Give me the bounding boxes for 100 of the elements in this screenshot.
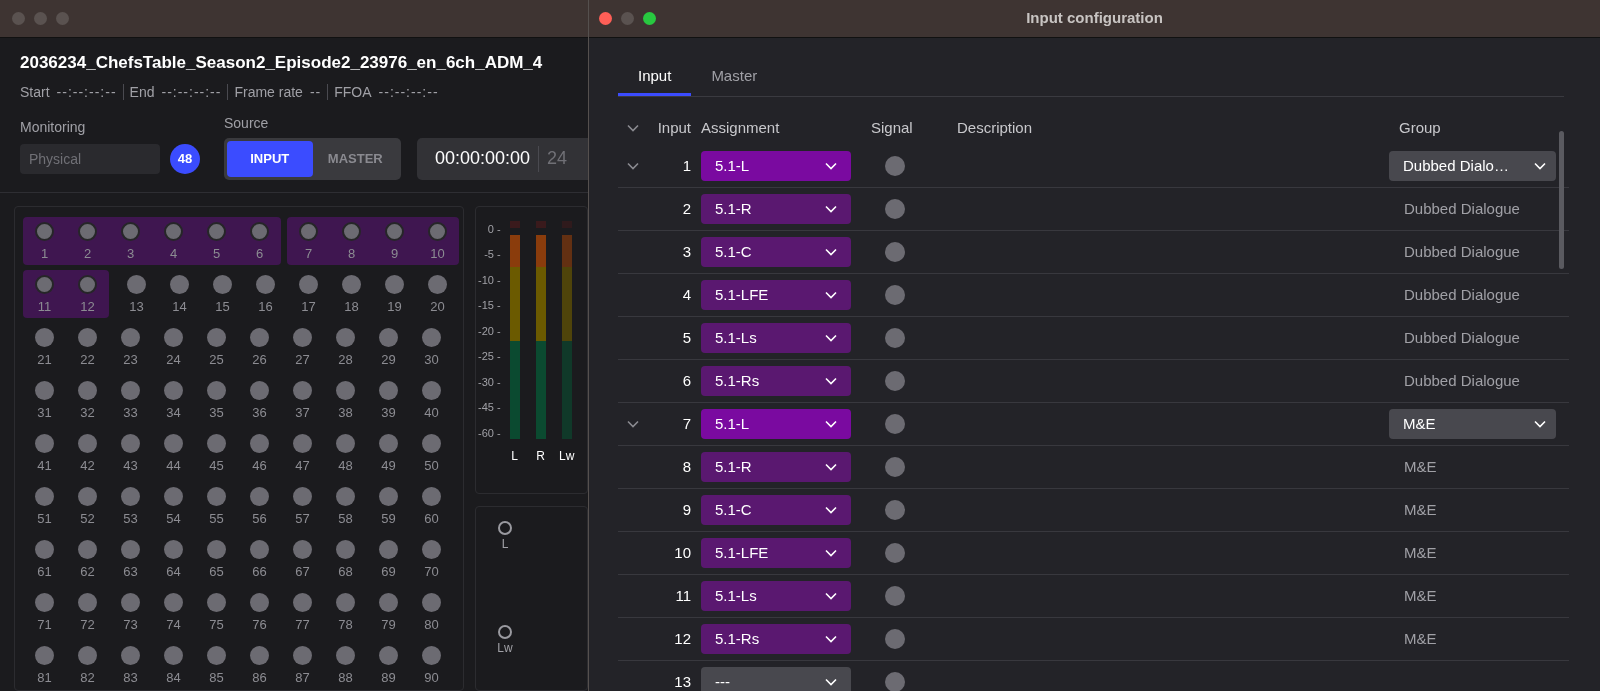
channel-pad[interactable] [336,592,355,612]
channel-pad[interactable] [379,380,398,400]
channel-pad[interactable] [422,539,441,559]
channel-pad[interactable] [170,274,189,294]
speaker-icon[interactable] [498,624,512,639]
assignment-dropdown[interactable]: 5.1-C [701,495,851,525]
assignment-dropdown[interactable]: 5.1-Ls [701,581,851,611]
assignment-dropdown[interactable]: 5.1-R [701,452,851,482]
group-dropdown[interactable]: Dubbed Dialo… [1389,151,1556,181]
channel-pad[interactable] [35,645,54,665]
assignment-dropdown[interactable]: 5.1-LFE [701,538,851,568]
channel-pad[interactable] [250,380,269,400]
window-control-icon[interactable] [599,12,612,25]
channel-pad[interactable] [379,592,398,612]
channel-pad[interactable] [342,221,361,241]
assignment-dropdown[interactable]: 5.1-LFE [701,280,851,310]
channel-pad[interactable] [121,592,140,612]
channel-pad[interactable] [293,380,312,400]
channel-pad[interactable] [379,327,398,347]
channel-pad[interactable] [422,486,441,506]
channel-pad[interactable] [250,433,269,453]
channel-pad[interactable] [293,486,312,506]
channel-pad[interactable] [78,274,97,294]
channel-pad[interactable] [336,539,355,559]
channel-pad[interactable] [422,433,441,453]
channel-pad[interactable] [428,274,447,294]
channel-pad[interactable] [121,433,140,453]
source-option[interactable]: INPUT [227,140,313,177]
channel-pad[interactable] [35,433,54,453]
channel-pad[interactable] [127,274,146,294]
group-dropdown[interactable]: M&E [1389,409,1556,439]
channel-pad[interactable] [293,433,312,453]
channel-pad[interactable] [207,433,226,453]
channel-pad[interactable] [342,274,361,294]
assignment-dropdown[interactable]: 5.1-Ls [701,323,851,353]
channel-pad[interactable] [207,380,226,400]
channel-pad[interactable] [213,274,232,294]
channel-pad[interactable] [422,592,441,612]
channel-pad[interactable] [35,221,54,241]
tab[interactable]: Input [618,60,692,96]
channel-pad[interactable] [207,221,226,241]
channel-pad[interactable] [385,274,404,294]
channel-pad[interactable] [250,539,269,559]
channel-pad[interactable] [250,327,269,347]
channel-pad[interactable] [121,380,140,400]
channel-pad[interactable] [164,433,183,453]
assignment-dropdown[interactable]: 5.1-C [701,237,851,267]
channel-pad[interactable] [250,645,269,665]
scrollbar[interactable] [1559,131,1564,269]
window-control-icon[interactable] [643,12,656,25]
tab[interactable]: Master [691,60,778,96]
channel-pad[interactable] [336,433,355,453]
channel-pad[interactable] [207,539,226,559]
channel-pad[interactable] [256,274,275,294]
channel-pad[interactable] [379,539,398,559]
assignment-dropdown[interactable]: 5.1-Rs [701,624,851,654]
channel-pad[interactable] [35,274,54,294]
channel-pad[interactable] [121,221,140,241]
channel-pad[interactable] [293,592,312,612]
channel-pad[interactable] [293,645,312,665]
channel-pad[interactable] [35,539,54,559]
channel-pad[interactable] [164,327,183,347]
channel-pad[interactable] [207,327,226,347]
channel-pad[interactable] [164,539,183,559]
channel-pad[interactable] [35,592,54,612]
monitoring-field[interactable]: Physical [20,143,160,174]
assignment-dropdown[interactable]: 5.1-Rs [701,366,851,396]
channel-pad[interactable] [78,221,97,241]
channel-pad[interactable] [78,486,97,506]
channel-pad[interactable] [336,380,355,400]
channel-pad[interactable] [428,221,447,241]
channel-pad[interactable] [78,380,97,400]
channel-pad[interactable] [164,486,183,506]
channel-pad[interactable] [35,486,54,506]
channel-pad[interactable] [78,539,97,559]
assignment-dropdown[interactable]: 5.1-L [701,409,851,439]
assignment-dropdown[interactable]: --- [701,667,851,691]
channel-pad[interactable] [78,327,97,347]
channel-pad[interactable] [379,433,398,453]
channel-pad[interactable] [385,221,404,241]
channel-pad[interactable] [35,327,54,347]
channel-pad[interactable] [336,645,355,665]
channel-pad[interactable] [164,380,183,400]
channel-pad[interactable] [250,221,269,241]
channel-pad[interactable] [299,221,318,241]
channel-pad[interactable] [422,645,441,665]
channel-pad[interactable] [164,645,183,665]
channel-pad[interactable] [250,486,269,506]
channel-pad[interactable] [379,645,398,665]
channel-pad[interactable] [78,433,97,453]
channel-pad[interactable] [207,486,226,506]
channel-pad[interactable] [78,645,97,665]
channel-pad[interactable] [207,592,226,612]
channel-pad[interactable] [164,221,183,241]
channel-pad[interactable] [422,380,441,400]
channel-pad[interactable] [121,645,140,665]
channel-pad[interactable] [293,539,312,559]
channel-pad[interactable] [164,592,183,612]
channel-pad[interactable] [207,645,226,665]
channel-pad[interactable] [35,380,54,400]
